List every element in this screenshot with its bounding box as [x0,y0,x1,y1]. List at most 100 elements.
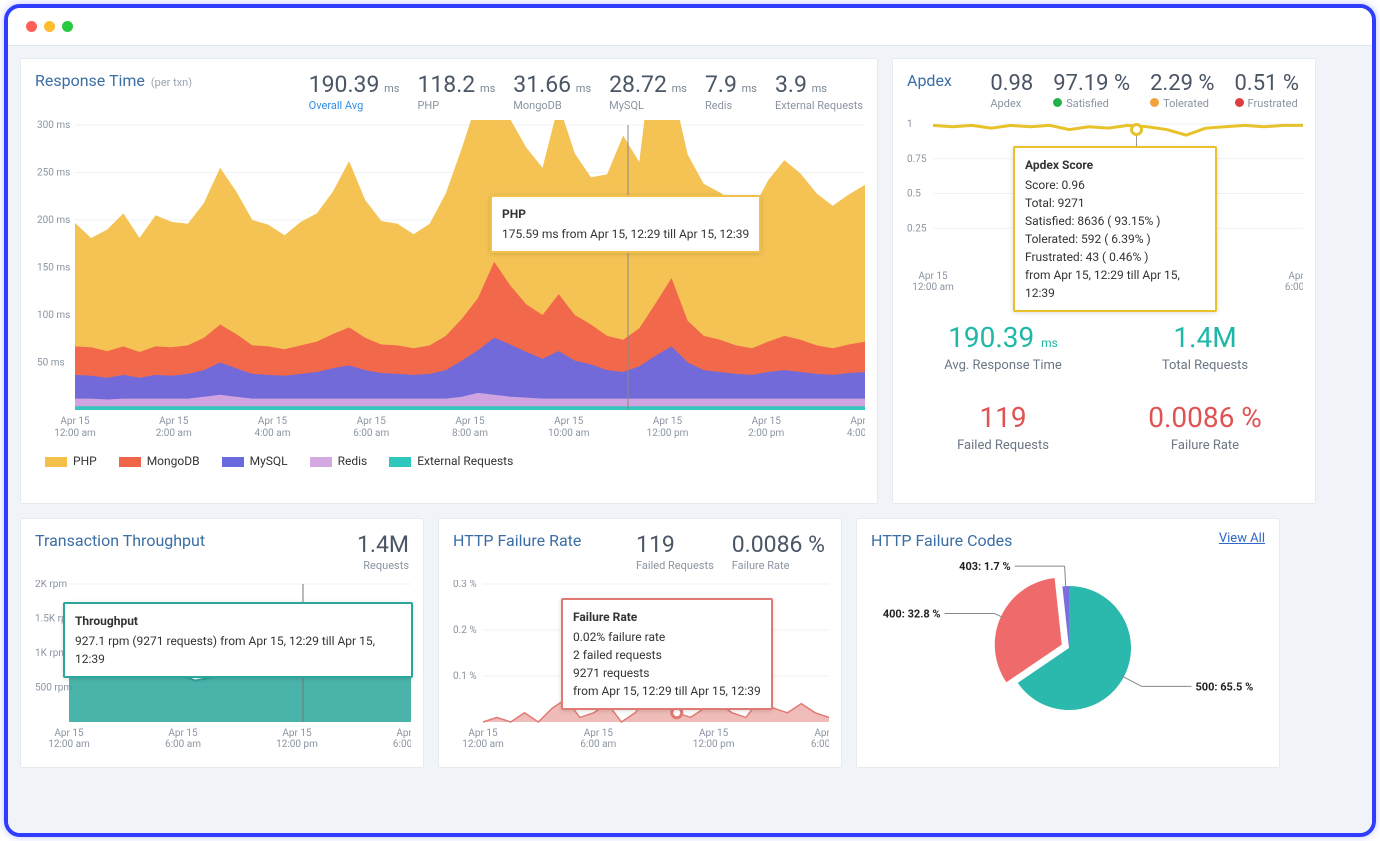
stat-failed-requests: 119 Failed Requests [907,401,1099,453]
svg-text:Apr 15: Apr 15 [258,416,288,427]
svg-text:Apr 15: Apr 15 [554,416,584,427]
metric-overall-avg: 190.39 msOverall Avg [309,71,400,112]
svg-text:403: 1.7 %: 403: 1.7 % [959,560,1010,573]
svg-text:12:00 pm: 12:00 pm [276,739,318,750]
svg-text:0.1 %: 0.1 % [453,671,477,682]
failure-codes-chart[interactable]: 500: 65.5 % 400: 32.8 % 403: 1.7 % [871,558,1265,742]
app-window: Response Time (per txn) 190.39 msOverall… [4,4,1376,837]
window-zoom-icon[interactable] [62,21,73,32]
response-time-chart[interactable]: 50 ms 100 ms 150 ms 200 ms 250 ms 300 ms Apr 1… [35,120,863,444]
svg-text:500: 65.5 %: 500: 65.5 % [1195,680,1253,693]
svg-text:Apr 15: Apr 15 [54,728,84,739]
svg-text:Apr 15: Apr 15 [814,728,829,739]
failure-codes-title: HTTP Failure Codes [871,531,1012,550]
svg-text:6:00 pm: 6:00 pm [393,739,411,750]
svg-text:Apr 15: Apr 15 [282,728,312,739]
svg-text:200 ms: 200 ms [37,215,70,226]
svg-text:400: 32.8 %: 400: 32.8 % [883,608,941,621]
svg-text:0.25: 0.25 [907,223,927,234]
response-time-metrics: 190.39 msOverall Avg 118.2 msPHP 31.66 msM… [309,71,863,112]
svg-text:150 ms: 150 ms [37,263,70,274]
throughput-title: Transaction Throughput [35,531,205,550]
response-time-card: Response Time (per txn) 190.39 msOverall… [20,58,878,504]
svg-text:Apr 15: Apr 15 [168,728,198,739]
svg-text:Apr 15: Apr 15 [396,728,411,739]
metric-apdex: 0.98Apdex [990,71,1035,110]
svg-text:2K rpm: 2K rpm [35,580,67,590]
metric-mysql: 28.72 msMySQL [609,71,687,112]
svg-text:0.2 %: 0.2 % [453,625,477,636]
metric-redis: 7.9 msRedis [705,71,757,112]
apdex-title: Apdex [907,71,952,90]
throughput-tooltip: Throughput 927.1 rpm (9271 requests) fro… [63,602,413,678]
svg-text:Apr 15: Apr 15 [357,416,387,427]
svg-text:10:00 am: 10:00 am [548,428,590,439]
metric-frustrated: 0.51 %Frustrated [1235,71,1301,110]
legend-redis[interactable]: Redis [310,454,368,468]
svg-text:12:00 am: 12:00 am [912,282,954,293]
response-time-tooltip: PHP 175.59 ms from Apr 15, 12:29 till Ap… [490,195,761,253]
apdex-tooltip: Apdex Score Score: 0.96Total: 9271Satisf… [1013,146,1217,312]
svg-text:6:00 am: 6:00 am [353,428,389,439]
svg-text:12:00 pm: 12:00 pm [647,428,689,439]
svg-text:4:00 pm: 4:00 pm [847,428,865,439]
svg-text:Apr 15: Apr 15 [455,416,485,427]
svg-text:50 ms: 50 ms [37,358,65,369]
dashboard-content: Response Time (per txn) 190.39 msOverall… [8,46,1372,833]
throughput-card: Transaction Throughput 1.4M Requests 500… [20,518,424,768]
window-titlebar [8,8,1372,46]
svg-text:6:00 pm: 6:00 pm [811,739,829,750]
svg-text:250 ms: 250 ms [37,168,70,179]
svg-text:6:00 am: 6:00 am [165,739,201,750]
svg-text:0.3 %: 0.3 % [453,580,477,590]
failure-rate-card: HTTP Failure Rate 119Failed Requests 0.00… [438,518,842,768]
window-close-icon[interactable] [26,21,37,32]
svg-text:8:00 am: 8:00 am [452,428,488,439]
svg-text:300 ms: 300 ms [37,120,70,131]
throughput-chart[interactable]: 500 rpm1K rpm1.5K rpm2K rpmApr 1512:00 a… [35,580,409,754]
svg-text:12:00 am: 12:00 am [54,428,96,439]
legend-php[interactable]: PHP [45,454,97,468]
metric-php: 118.2 msPHP [417,71,495,112]
svg-text:2:00 pm: 2:00 pm [748,428,784,439]
metric-tolerated: 2.29 %Tolerated [1150,71,1216,110]
svg-text:0.75: 0.75 [907,154,927,165]
metric-external-requests: 3.9 msExternal Requests [775,71,863,112]
svg-text:1: 1 [907,119,913,130]
svg-text:Apr 15: Apr 15 [159,416,189,427]
svg-text:4:00 am: 4:00 am [255,428,291,439]
failure-rate-chart[interactable]: 0.1 %0.2 %0.3 %Apr 1512:00 amApr 156:00 … [453,580,827,754]
legend-mysql[interactable]: MySQL [222,454,288,468]
svg-text:500 rpm: 500 rpm [35,683,72,694]
svg-text:Apr 15: Apr 15 [918,271,948,282]
failure-rate-metrics: 119Failed Requests 0.0086 %Failure Rate [636,531,827,572]
legend-external-requests[interactable]: External Requests [389,454,513,468]
metric-failure-rate: 0.0086 %Failure Rate [732,531,827,572]
metric-mongodb: 31.66 msMongoDB [513,71,591,112]
svg-text:Apr 15: Apr 15 [60,416,90,427]
svg-text:6:00 pm: 6:00 pm [1285,282,1303,293]
throughput-metric: 1.4M Requests [357,531,409,572]
svg-text:Apr 15: Apr 15 [752,416,782,427]
svg-text:12:00 am: 12:00 am [462,739,504,750]
view-all-link[interactable]: View All [1219,531,1265,546]
svg-text:Apr 15: Apr 15 [584,728,614,739]
svg-text:2:00 am: 2:00 am [156,428,192,439]
svg-text:Apr 15: Apr 15 [1288,271,1303,282]
apdex-chart[interactable]: 0.250.50.751Apr 1512:00 amApr 156:00 amA… [907,118,1301,297]
svg-text:100 ms: 100 ms [37,310,70,321]
svg-text:Apr 15: Apr 15 [699,728,729,739]
stat-avg-response-time: 190.39 ms Avg. Response Time [907,321,1099,373]
metric-satisfied: 97.19 %Satisfied [1053,71,1132,110]
failure-rate-tooltip: Failure Rate 0.02% failure rate2 failed … [561,598,773,710]
failure-rate-title: HTTP Failure Rate [453,531,581,550]
svg-text:12:00 am: 12:00 am [48,739,90,750]
apdex-metrics: 0.98Apdex 97.19 %Satisfied 2.29 %Tolerated… [990,71,1301,110]
svg-text:12:00 pm: 12:00 pm [693,739,735,750]
svg-text:Apr 15: Apr 15 [653,416,683,427]
svg-text:Apr 15: Apr 15 [850,416,865,427]
metric-failed-requests: 119Failed Requests [636,531,714,572]
window-minimize-icon[interactable] [44,21,55,32]
apdex-stats: 190.39 ms Avg. Response Time 1.4M Total … [907,321,1301,453]
legend-mongodb[interactable]: MongoDB [119,454,200,468]
